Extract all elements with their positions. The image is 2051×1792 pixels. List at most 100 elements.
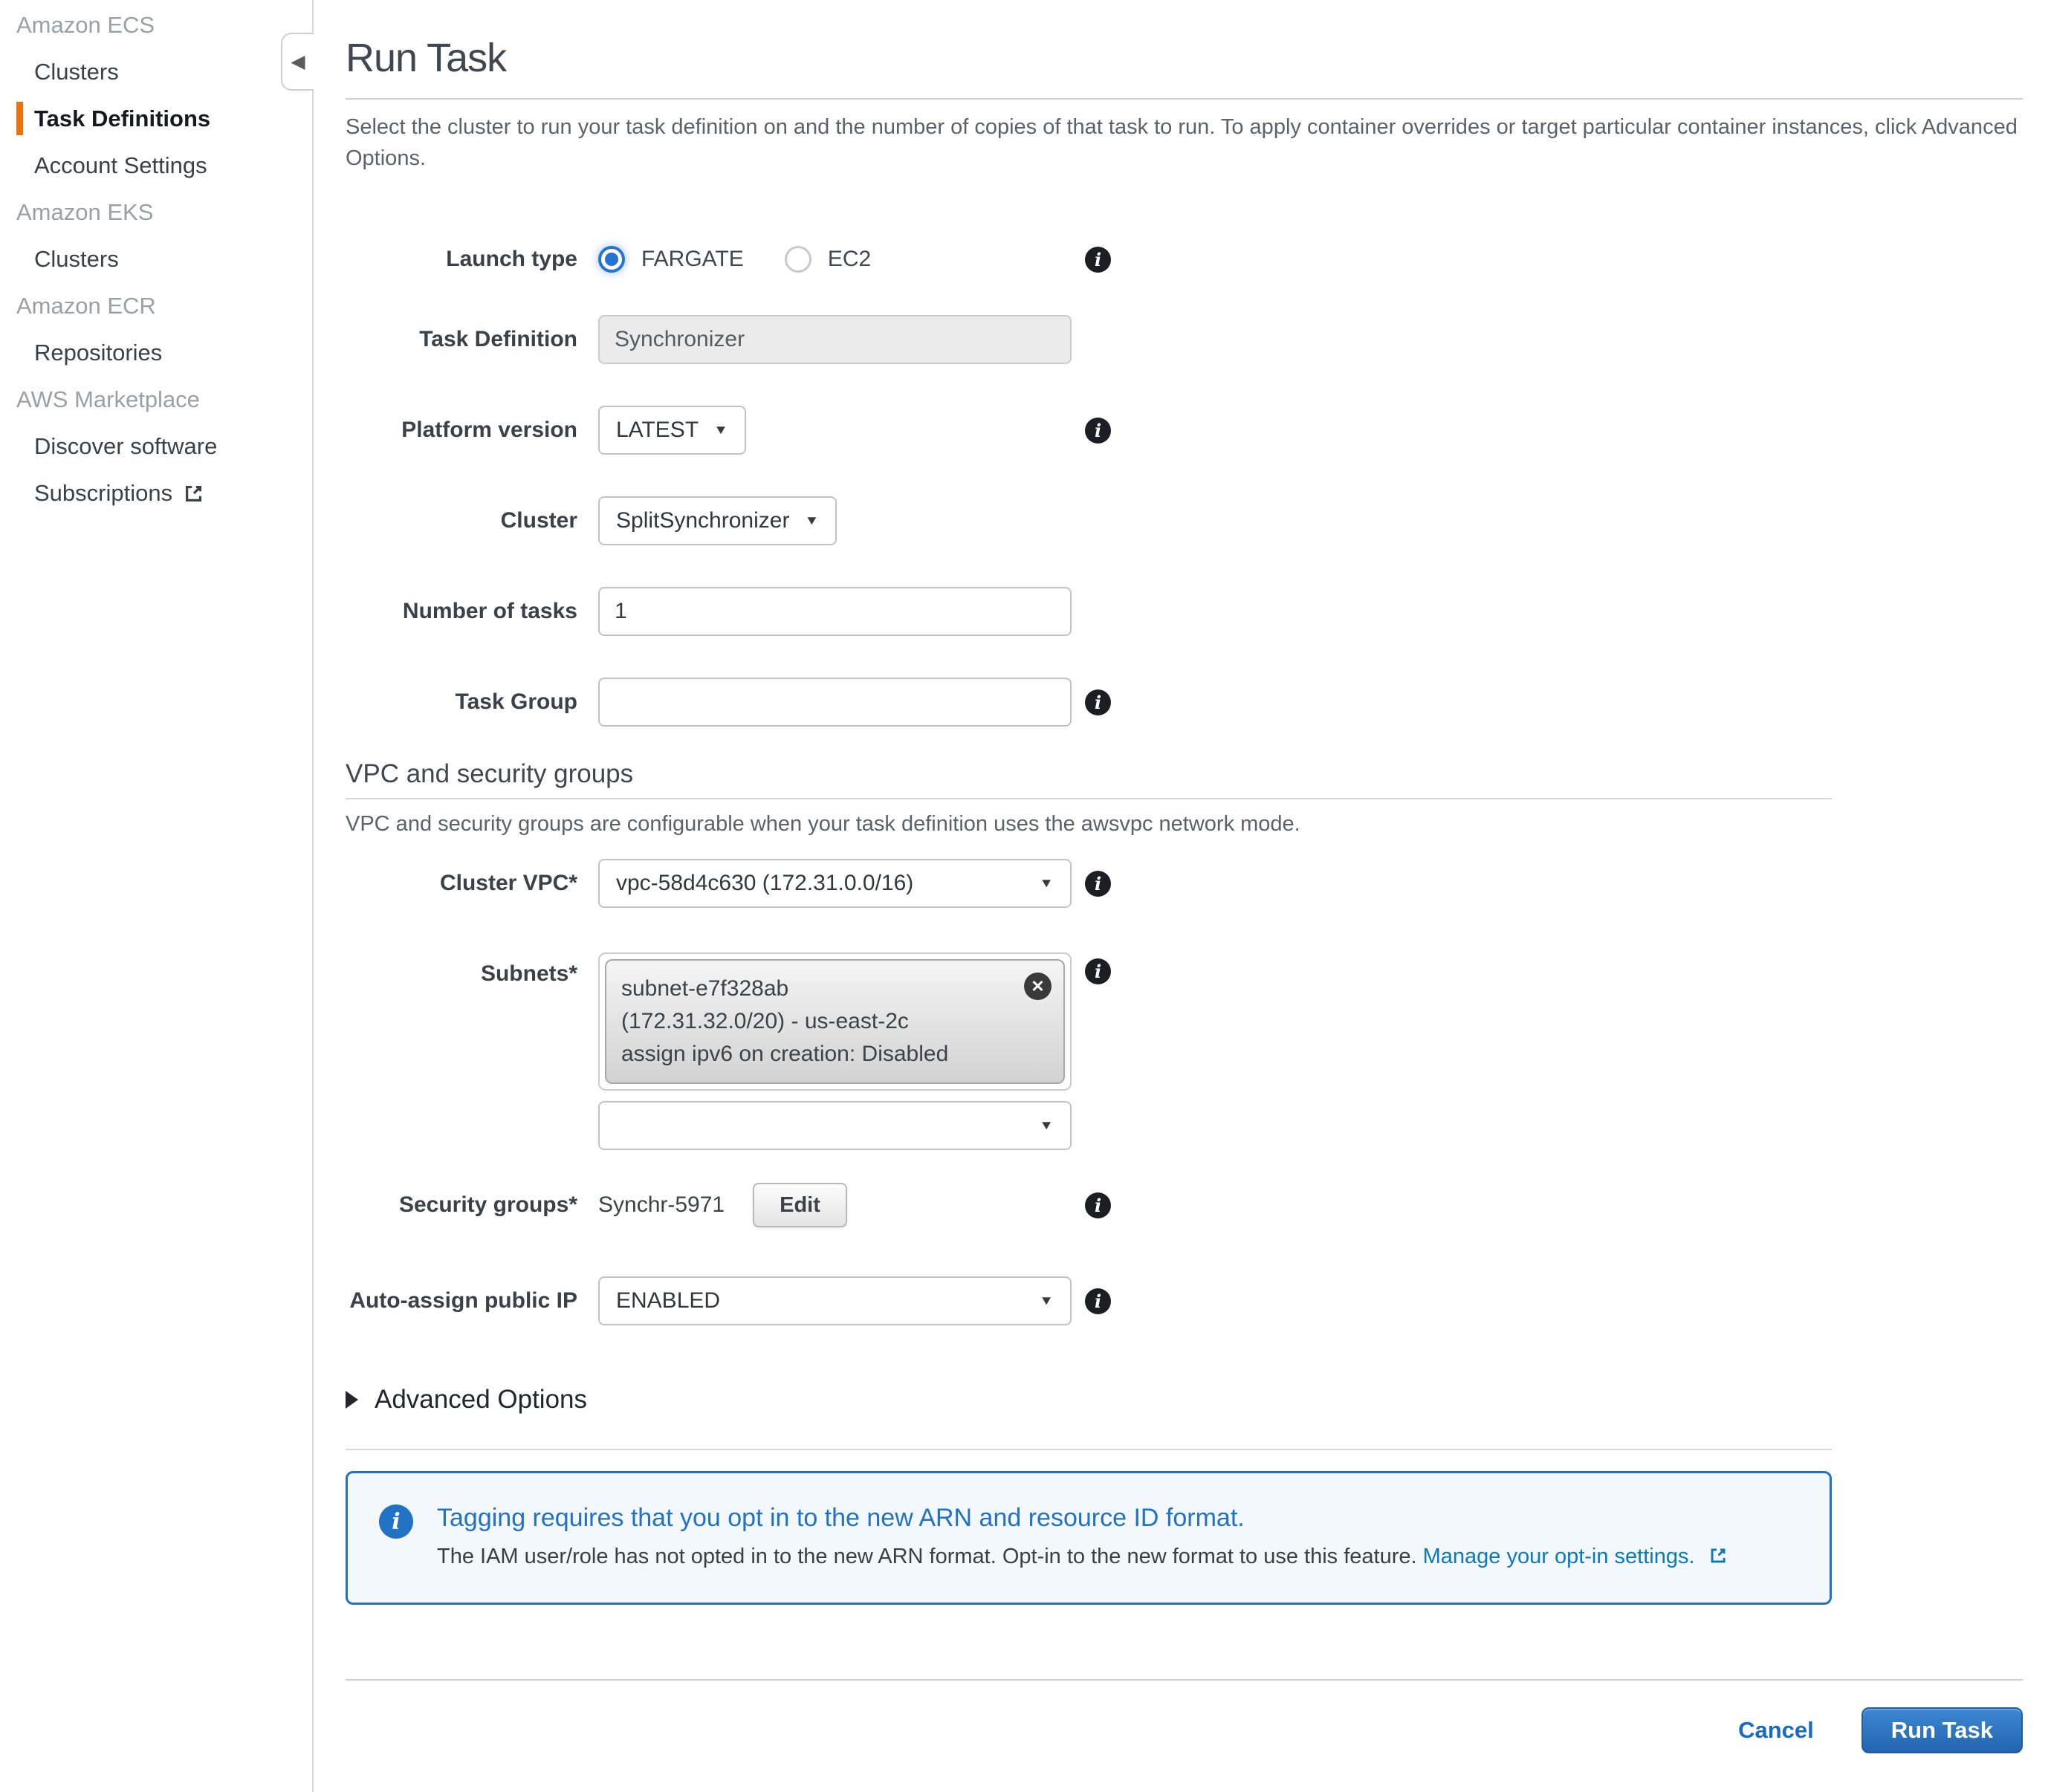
banner-body-text: The IAM user/role has not opted in to th…: [437, 1545, 1417, 1568]
run-task-button[interactable]: Run Task: [1862, 1707, 2023, 1753]
manage-opt-in-settings-link[interactable]: Manage your opt-in settings.: [1423, 1545, 1695, 1568]
edit-security-groups-button[interactable]: Edit: [753, 1183, 847, 1227]
auto-assign-ip-dropdown[interactable]: ENABLED ▼: [598, 1276, 1072, 1325]
banner-title: Tagging requires that you opt in to the …: [437, 1502, 1728, 1534]
sidebar-item-label: Subscriptions: [34, 480, 172, 507]
cluster-label: Cluster: [346, 507, 577, 535]
security-group-value: Synchr-5971: [598, 1192, 725, 1218]
auto-assign-ip-info-icon[interactable]: i: [1085, 1288, 1111, 1314]
platform-version-label: Platform version: [346, 416, 577, 444]
footer-actions: Cancel Run Task: [346, 1707, 2023, 1753]
auto-assign-ip-label: Auto-assign public IP: [346, 1287, 577, 1315]
subnet-chip: ✕ subnet-e7f328ab (172.31.32.0/20) - us-…: [605, 959, 1065, 1084]
cluster-value: SplitSynchronizer: [616, 508, 789, 533]
security-groups-label: Security groups*: [346, 1191, 577, 1219]
external-link-icon: [183, 482, 205, 504]
chevron-right-icon: [346, 1391, 358, 1409]
fargate-radio-label: FARGATE: [641, 247, 744, 272]
task-definition-label: Task Definition: [346, 325, 577, 354]
tagging-info-banner: i Tagging requires that you opt in to th…: [346, 1471, 1832, 1605]
advanced-options-toggle[interactable]: Advanced Options: [346, 1383, 2023, 1416]
launch-type-options: FARGATE EC2: [598, 246, 1072, 273]
platform-version-value: LATEST: [616, 418, 699, 443]
banner-body: The IAM user/role has not opted in to th…: [437, 1542, 1728, 1571]
subnets-selected-box: ✕ subnet-e7f328ab (172.31.32.0/20) - us-…: [598, 952, 1072, 1091]
sidebar-item-repositories[interactable]: Repositories: [0, 329, 312, 376]
page-title: Run Task: [346, 34, 2023, 82]
chevron-down-icon: ▼: [1039, 1118, 1054, 1133]
sidebar-item-label: Task Definitions: [34, 105, 210, 132]
subnet-chip-line: (172.31.32.0/20) - us-east-2c: [621, 1005, 1011, 1038]
cluster-row: Cluster SplitSynchronizer ▼: [346, 496, 2023, 545]
external-link-icon: [1708, 1545, 1728, 1565]
sidebar-item-discover-software[interactable]: Discover software: [0, 423, 312, 470]
banner-content: Tagging requires that you opt in to the …: [437, 1502, 1728, 1571]
cluster-vpc-row: Cluster VPC* vpc-58d4c630 (172.31.0.0/16…: [346, 859, 2023, 908]
number-of-tasks-label: Number of tasks: [346, 597, 577, 626]
task-group-info-icon[interactable]: i: [1085, 689, 1111, 715]
platform-version-dropdown[interactable]: LATEST ▼: [598, 406, 746, 455]
sidebar-item-account-settings[interactable]: Account Settings: [0, 142, 312, 189]
fargate-radio[interactable]: [598, 246, 625, 273]
sidebar-item-eks-clusters[interactable]: Clusters: [0, 236, 312, 282]
sidebar-section-amazon-ecr: Amazon ECR: [0, 282, 312, 329]
chevron-down-icon: ▼: [804, 513, 819, 528]
subnets-label: Subnets*: [346, 952, 577, 988]
ec2-radio[interactable]: [785, 246, 811, 273]
sidebar-item-subscriptions[interactable]: Subscriptions: [0, 470, 312, 516]
task-definition-input: [598, 315, 1072, 364]
sidebar-section-amazon-ecs: Amazon ECS: [0, 1, 312, 48]
info-icon: i: [379, 1504, 413, 1539]
ec2-radio-label: EC2: [828, 247, 871, 272]
platform-version-info-icon[interactable]: i: [1085, 418, 1111, 444]
vpc-section-divider: [346, 798, 1832, 799]
task-definition-row: Task Definition: [346, 315, 2023, 364]
subnet-chip-line: subnet-e7f328ab: [621, 973, 1011, 1005]
sidebar-collapse-button[interactable]: ◀: [281, 33, 314, 91]
launch-type-row: Launch type FARGATE EC2 i: [346, 245, 2023, 273]
chevron-down-icon: ▼: [713, 423, 728, 438]
sidebar-item-ecs-clusters[interactable]: Clusters: [0, 48, 312, 95]
security-groups-info-icon[interactable]: i: [1085, 1192, 1111, 1218]
subnets-dropdown[interactable]: ▼: [598, 1101, 1072, 1150]
platform-version-row: Platform version LATEST ▼ i: [346, 406, 2023, 455]
launch-type-info-icon[interactable]: i: [1085, 247, 1111, 273]
vpc-form: Cluster VPC* vpc-58d4c630 (172.31.0.0/16…: [346, 859, 2023, 1325]
sidebar-section-amazon-eks: Amazon EKS: [0, 189, 312, 236]
ec2-option: EC2: [785, 246, 871, 273]
cluster-vpc-dropdown[interactable]: vpc-58d4c630 (172.31.0.0/16) ▼: [598, 859, 1072, 908]
task-group-input[interactable]: [598, 678, 1072, 727]
cluster-dropdown[interactable]: SplitSynchronizer ▼: [598, 496, 837, 545]
subnets-row: Subnets* ✕ subnet-e7f328ab (172.31.32.0/…: [346, 952, 2023, 1150]
footer-divider: [346, 1679, 2023, 1681]
security-groups-row: Security groups* Synchr-5971 Edit i: [346, 1183, 2023, 1227]
sidebar-section-aws-marketplace: AWS Marketplace: [0, 376, 312, 423]
active-indicator-bar: [16, 102, 23, 135]
remove-subnet-icon[interactable]: ✕: [1024, 973, 1052, 1000]
chevron-down-icon: ▼: [1039, 876, 1054, 891]
task-group-row: Task Group i: [346, 678, 2023, 727]
number-of-tasks-input[interactable]: [598, 587, 1072, 636]
title-divider: [346, 98, 2023, 100]
advanced-options-label: Advanced Options: [375, 1383, 587, 1416]
vpc-section-title: VPC and security groups: [346, 758, 2023, 791]
run-task-page: Amazon ECS Clusters Task Definitions Acc…: [0, 0, 2051, 1792]
chevron-down-icon: ▼: [1039, 1293, 1054, 1308]
task-group-label: Task Group: [346, 688, 577, 716]
main-content: Run Task Select the cluster to run your …: [314, 0, 2051, 1792]
cluster-vpc-label: Cluster VPC*: [346, 869, 577, 897]
cluster-vpc-info-icon[interactable]: i: [1085, 871, 1111, 897]
advanced-options-divider: [346, 1449, 1832, 1450]
page-description: Select the cluster to run your task defi…: [346, 111, 2018, 174]
sidebar: Amazon ECS Clusters Task Definitions Acc…: [0, 0, 314, 1792]
auto-assign-ip-row: Auto-assign public IP ENABLED ▼ i: [346, 1276, 2023, 1325]
sidebar-item-task-definitions[interactable]: Task Definitions: [0, 95, 312, 142]
collapse-left-arrow-icon: ◀: [291, 51, 305, 73]
subnets-info-icon[interactable]: i: [1085, 958, 1111, 984]
number-of-tasks-row: Number of tasks: [346, 587, 2023, 636]
fargate-option: FARGATE: [598, 246, 744, 273]
cluster-vpc-value: vpc-58d4c630 (172.31.0.0/16): [616, 871, 913, 896]
subnet-chip-line: assign ipv6 on creation: Disabled: [621, 1038, 1011, 1071]
cancel-button[interactable]: Cancel: [1738, 1717, 1814, 1744]
run-task-form: Launch type FARGATE EC2 i Task Definitio…: [346, 245, 2023, 727]
